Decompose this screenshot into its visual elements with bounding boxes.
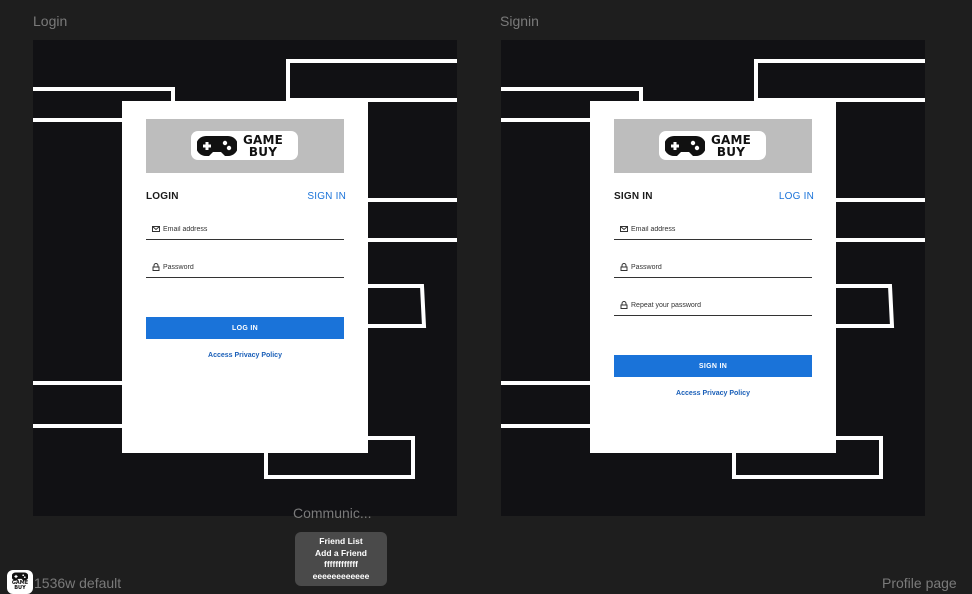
brand-wordmark: GAME BUY bbox=[241, 134, 285, 158]
signin-title: SIGN IN bbox=[614, 191, 653, 202]
switch-to-signin-link[interactable]: SIGN IN bbox=[307, 191, 346, 202]
tooltip-line: Add a Friend bbox=[315, 547, 367, 558]
login-title: LOGIN bbox=[146, 191, 179, 202]
repeat-password-input[interactable] bbox=[631, 297, 807, 313]
switch-to-login-link[interactable]: LOG IN bbox=[779, 191, 814, 202]
repeat-password-field[interactable] bbox=[614, 297, 812, 316]
logo-banner: GAME BUY bbox=[614, 119, 812, 173]
signin-card: GAME BUY SIGN IN LOG IN Email address SI… bbox=[590, 101, 836, 453]
signin-button[interactable]: SIGN IN bbox=[614, 355, 812, 377]
brand-logo: GAME BUY bbox=[191, 131, 298, 160]
tooltip-line: Friend List bbox=[319, 536, 363, 546]
email-input[interactable] bbox=[631, 221, 807, 237]
frame-label-login[interactable]: Login bbox=[33, 13, 67, 29]
mail-icon bbox=[620, 226, 628, 232]
password-field[interactable] bbox=[614, 259, 812, 278]
tooltip-line: ffffffffffff bbox=[324, 559, 358, 569]
login-card: GAME BUY LOGIN SIGN IN LOG IN Access Pri… bbox=[122, 101, 368, 453]
lock-icon bbox=[152, 263, 160, 271]
privacy-policy-link[interactable]: Access Privacy Policy bbox=[614, 390, 812, 397]
email-input[interactable] bbox=[163, 221, 339, 237]
app-icon-label: GAME BUY bbox=[11, 580, 29, 591]
password-field[interactable] bbox=[146, 259, 344, 278]
login-button[interactable]: LOG IN bbox=[146, 317, 344, 339]
email-field[interactable] bbox=[614, 221, 812, 240]
brand-line-2: BUY bbox=[248, 145, 278, 159]
gamepad-icon bbox=[665, 136, 705, 156]
lock-icon bbox=[620, 301, 628, 309]
brand-wordmark: GAME BUY bbox=[709, 134, 753, 158]
signin-artboard: GAME BUY SIGN IN LOG IN Email address SI… bbox=[501, 40, 925, 516]
logo-banner: GAME BUY bbox=[146, 119, 344, 173]
frame-label-profile[interactable]: Profile page bbox=[882, 575, 957, 591]
lock-icon bbox=[620, 263, 628, 271]
mail-icon bbox=[152, 226, 160, 232]
brand-logo: GAME BUY bbox=[659, 131, 766, 160]
tooltip-line: eeeeeeeeeeee bbox=[312, 570, 370, 581]
password-input[interactable] bbox=[631, 259, 807, 275]
password-input[interactable] bbox=[163, 259, 339, 275]
gamepad-icon bbox=[197, 136, 237, 156]
brand-line-2: BUY bbox=[716, 145, 746, 159]
frame-tooltip: Friend List Add a Friend ffffffffffff ee… bbox=[295, 532, 387, 586]
frame-label-default[interactable]: 1536w default bbox=[34, 575, 121, 591]
login-artboard: GAME BUY LOGIN SIGN IN LOG IN Access Pri… bbox=[33, 40, 457, 516]
email-field[interactable] bbox=[146, 221, 344, 240]
game-buy-app-icon[interactable]: GAME BUY bbox=[7, 570, 33, 594]
privacy-policy-link[interactable]: Access Privacy Policy bbox=[146, 352, 344, 359]
frame-label-communication[interactable]: Communic... bbox=[293, 505, 372, 521]
frame-label-signin[interactable]: Signin bbox=[500, 13, 539, 29]
